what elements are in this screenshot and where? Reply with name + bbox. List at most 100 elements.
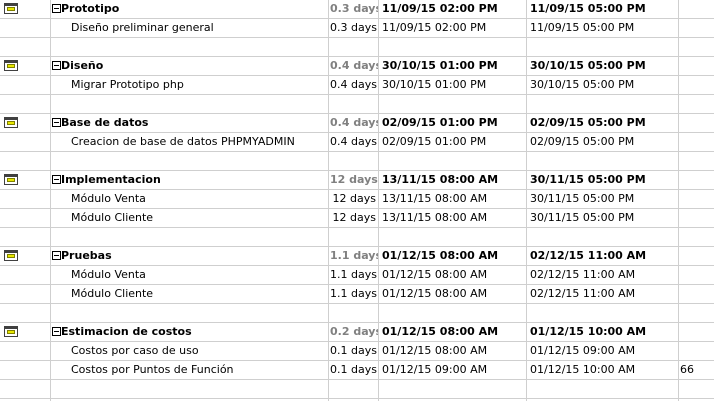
- finish-cell[interactable]: 30/11/15 05:00 PM: [528, 190, 678, 208]
- summary-task-row[interactable]: Implementacion 12 days 13/11/15 08:00 AM 30…: [0, 171, 714, 190]
- task-row[interactable]: Módulo Venta 1.1 days 01/12/15 08:00 AM 02/…: [0, 266, 714, 285]
- extra-cell[interactable]: [680, 190, 714, 208]
- task-name-cell[interactable]: Prototipo: [52, 0, 328, 18]
- start-cell[interactable]: 11/09/15 02:00 PM: [380, 19, 526, 37]
- duration-cell[interactable]: 0.3 days: [330, 0, 378, 18]
- task-row[interactable]: Módulo Cliente 12 days 13/11/15 08:00 AM 30…: [0, 209, 714, 228]
- start-cell[interactable]: 02/09/15 01:00 PM: [380, 133, 526, 151]
- task-name-cell[interactable]: Pruebas: [52, 247, 328, 265]
- extra-cell[interactable]: [680, 266, 714, 284]
- task-name-cell[interactable]: Módulo Venta: [52, 190, 328, 208]
- duration-cell[interactable]: 12 days: [330, 190, 378, 208]
- duration-cell[interactable]: 0.1 days: [330, 342, 378, 360]
- blank-row[interactable]: [0, 95, 714, 114]
- finish-cell[interactable]: 01/12/15 10:00 AM: [528, 323, 678, 341]
- start-cell[interactable]: 11/09/15 02:00 PM: [380, 0, 526, 18]
- start-cell[interactable]: 01/12/15 08:00 AM: [380, 285, 526, 303]
- finish-cell[interactable]: 01/12/15 09:00 AM: [528, 342, 678, 360]
- task-row[interactable]: Costos por caso de uso 0.1 days 01/12/15 0…: [0, 342, 714, 361]
- collapse-toggle-icon[interactable]: [52, 326, 61, 336]
- duration-cell[interactable]: 0.4 days: [330, 133, 378, 151]
- finish-cell[interactable]: 30/10/15 05:00 PM: [528, 57, 678, 75]
- task-name-cell[interactable]: Costos por caso de uso: [52, 342, 328, 360]
- finish-cell[interactable]: 02/12/15 11:00 AM: [528, 247, 678, 265]
- duration-cell[interactable]: 12 days: [330, 209, 378, 227]
- collapse-toggle-icon[interactable]: [52, 3, 61, 13]
- finish-cell[interactable]: 30/11/15 05:00 PM: [528, 209, 678, 227]
- extra-cell[interactable]: [680, 342, 714, 360]
- extra-cell[interactable]: [680, 323, 714, 341]
- duration-cell[interactable]: 12 days: [330, 171, 378, 189]
- start-cell[interactable]: 13/11/15 08:00 AM: [380, 190, 526, 208]
- start-cell[interactable]: 30/10/15 01:00 PM: [380, 57, 526, 75]
- extra-cell[interactable]: [680, 19, 714, 37]
- collapse-toggle-icon[interactable]: [52, 60, 61, 70]
- task-row[interactable]: Creacion de base de datos PHPMYADMIN 0.4 …: [0, 133, 714, 152]
- summary-task-row[interactable]: Pruebas 1.1 days 01/12/15 08:00 AM 02/12/15…: [0, 247, 714, 266]
- task-row[interactable]: Costos por Puntos de Función 0.1 days 01/1…: [0, 361, 714, 380]
- summary-task-row[interactable]: Prototipo 0.3 days 11/09/15 02:00 PM 11/09/…: [0, 0, 714, 19]
- duration-cell[interactable]: 1.1 days: [330, 247, 378, 265]
- blank-row[interactable]: [0, 152, 714, 171]
- blank-row[interactable]: [0, 380, 714, 399]
- start-cell[interactable]: 01/12/15 08:00 AM: [380, 266, 526, 284]
- extra-cell[interactable]: [680, 76, 714, 94]
- finish-cell[interactable]: 30/11/15 05:00 PM: [528, 171, 678, 189]
- start-cell[interactable]: 02/09/15 01:00 PM: [380, 114, 526, 132]
- collapse-toggle-icon[interactable]: [52, 250, 61, 260]
- blank-row[interactable]: [0, 228, 714, 247]
- duration-cell[interactable]: 0.1 days: [330, 361, 378, 379]
- extra-cell[interactable]: [680, 0, 714, 18]
- start-cell[interactable]: 01/12/15 08:00 AM: [380, 247, 526, 265]
- task-name-cell[interactable]: Módulo Cliente: [52, 209, 328, 227]
- task-name-cell[interactable]: Base de datos: [52, 114, 328, 132]
- extra-cell[interactable]: [680, 114, 714, 132]
- blank-row[interactable]: [0, 304, 714, 323]
- duration-cell[interactable]: 1.1 days: [330, 285, 378, 303]
- duration-cell[interactable]: 0.4 days: [330, 114, 378, 132]
- finish-cell[interactable]: 11/09/15 05:00 PM: [528, 19, 678, 37]
- collapse-toggle-icon[interactable]: [52, 117, 61, 127]
- start-cell[interactable]: 13/11/15 08:00 AM: [380, 209, 526, 227]
- finish-cell[interactable]: 11/09/15 05:00 PM: [528, 0, 678, 18]
- blank-row[interactable]: [0, 38, 714, 57]
- finish-cell[interactable]: 02/09/15 05:00 PM: [528, 133, 678, 151]
- summary-task-row[interactable]: Diseño 0.4 days 30/10/15 01:00 PM 30/10/15 …: [0, 57, 714, 76]
- task-name-cell[interactable]: Creacion de base de datos PHPMYADMIN: [52, 133, 328, 151]
- extra-cell[interactable]: 66: [680, 361, 714, 379]
- extra-cell[interactable]: [680, 285, 714, 303]
- duration-cell[interactable]: 0.2 days: [330, 323, 378, 341]
- start-cell[interactable]: 30/10/15 01:00 PM: [380, 76, 526, 94]
- extra-cell[interactable]: [680, 171, 714, 189]
- task-name-cell[interactable]: Diseño preliminar general: [52, 19, 328, 37]
- duration-cell[interactable]: 0.3 days: [330, 19, 378, 37]
- finish-cell[interactable]: 02/12/15 11:00 AM: [528, 285, 678, 303]
- extra-cell[interactable]: [680, 57, 714, 75]
- summary-task-row[interactable]: Base de datos 0.4 days 02/09/15 01:00 PM 02…: [0, 114, 714, 133]
- task-row[interactable]: Módulo Cliente 1.1 days 01/12/15 08:00 AM 0…: [0, 285, 714, 304]
- collapse-toggle-icon[interactable]: [52, 174, 61, 184]
- start-cell[interactable]: 13/11/15 08:00 AM: [380, 171, 526, 189]
- extra-cell[interactable]: [680, 247, 714, 265]
- task-name-cell[interactable]: Costos por Puntos de Función: [52, 361, 328, 379]
- task-row[interactable]: Módulo Venta 12 days 13/11/15 08:00 AM 30/1…: [0, 190, 714, 209]
- extra-cell[interactable]: [680, 209, 714, 227]
- start-cell[interactable]: 01/12/15 08:00 AM: [380, 323, 526, 341]
- task-name-cell[interactable]: Estimacion de costos: [52, 323, 328, 341]
- task-row[interactable]: Migrar Prototipo php 0.4 days 30/10/15 01:…: [0, 76, 714, 95]
- finish-cell[interactable]: 02/09/15 05:00 PM: [528, 114, 678, 132]
- finish-cell[interactable]: 30/10/15 05:00 PM: [528, 76, 678, 94]
- duration-cell[interactable]: 1.1 days: [330, 266, 378, 284]
- task-name-cell[interactable]: Diseño: [52, 57, 328, 75]
- task-name-cell[interactable]: Migrar Prototipo php: [52, 76, 328, 94]
- duration-cell[interactable]: 0.4 days: [330, 76, 378, 94]
- start-cell[interactable]: 01/12/15 08:00 AM: [380, 342, 526, 360]
- task-name-cell[interactable]: Módulo Cliente: [52, 285, 328, 303]
- task-row[interactable]: Diseño preliminar general 0.3 days 11/09/1…: [0, 19, 714, 38]
- start-cell[interactable]: 01/12/15 09:00 AM: [380, 361, 526, 379]
- extra-cell[interactable]: [680, 133, 714, 151]
- task-name-cell[interactable]: Módulo Venta: [52, 266, 328, 284]
- task-name-cell[interactable]: Implementacion: [52, 171, 328, 189]
- finish-cell[interactable]: 02/12/15 11:00 AM: [528, 266, 678, 284]
- finish-cell[interactable]: 01/12/15 10:00 AM: [528, 361, 678, 379]
